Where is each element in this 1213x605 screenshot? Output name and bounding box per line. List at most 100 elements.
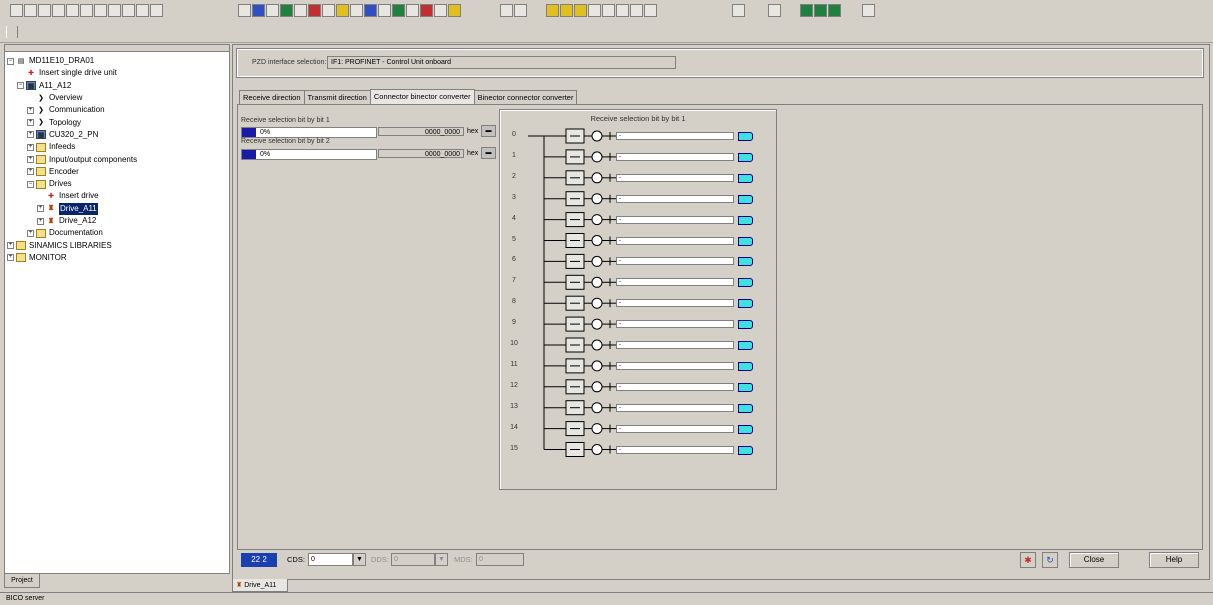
download-icon[interactable] (546, 4, 559, 17)
tree-item[interactable]: ✚ Insert single drive unit (7, 67, 137, 79)
tree-item[interactable]: + ❯ Topology (7, 116, 137, 128)
expand-icon[interactable]: + (7, 254, 14, 262)
tool-11-icon[interactable] (378, 4, 391, 17)
bit-connect-button[interactable] (738, 445, 753, 455)
tool-14-icon[interactable] (420, 4, 433, 17)
dds-select[interactable]: 0 (391, 553, 435, 566)
tab-receive-direction[interactable]: Receive direction (239, 90, 305, 104)
bit-connect-button[interactable] (738, 382, 753, 392)
bit-output-field[interactable]: - (616, 132, 734, 140)
window-2-icon[interactable] (814, 4, 827, 17)
tab-binector-connector-converter[interactable]: Binector connector converter (473, 90, 578, 104)
disconnect-icon[interactable] (514, 4, 527, 17)
tab-transmit-direction[interactable]: Transmit direction (303, 90, 371, 104)
tree-item[interactable]: + Infeeds (7, 141, 137, 153)
collapse-icon[interactable]: − (7, 57, 14, 65)
toolbar-grip[interactable] (6, 26, 18, 38)
bit-output-field[interactable]: - (616, 424, 734, 433)
tool-c-icon[interactable] (630, 4, 643, 17)
connect-icon[interactable] (500, 4, 513, 17)
tree-item[interactable]: ❯ Overview (7, 92, 137, 104)
bit-output-field[interactable]: - (616, 382, 734, 391)
bit-output-field[interactable]: - (616, 257, 734, 266)
tool-5-icon[interactable] (294, 4, 307, 17)
bit-output-field[interactable]: - (616, 278, 734, 287)
bit-connect-button[interactable] (738, 320, 753, 330)
bit-connect-button[interactable] (738, 424, 753, 434)
tree-item[interactable]: + ▦ CU320_2_PN (7, 129, 137, 141)
help-pointer-icon[interactable] (150, 4, 163, 17)
tree-item[interactable]: + Documentation (7, 227, 137, 239)
tool-7-icon[interactable] (322, 4, 335, 17)
bit-output-field[interactable]: - (616, 403, 734, 412)
expand-icon[interactable]: + (37, 217, 44, 225)
bit-connect-button[interactable] (738, 361, 753, 371)
bit-output-field[interactable]: - (616, 215, 734, 224)
function-icon[interactable] (768, 4, 781, 17)
tree-item[interactable]: − Drives (7, 178, 137, 190)
tool-3-icon[interactable] (266, 4, 279, 17)
upload-icon[interactable] (560, 4, 573, 17)
bit-output-field[interactable]: - (616, 194, 734, 203)
tool-b-icon[interactable] (616, 4, 629, 17)
collapse-icon[interactable]: − (17, 82, 24, 90)
expand-icon[interactable]: + (27, 119, 34, 127)
bit-connect-button[interactable] (738, 236, 753, 246)
tool-15-icon[interactable] (434, 4, 447, 17)
tool-12-icon[interactable] (392, 4, 405, 17)
bit-output-field[interactable]: - (616, 341, 734, 349)
bit-output-field[interactable]: - (616, 173, 734, 182)
help-button[interactable]: Help (1149, 552, 1199, 568)
bit-connect-button[interactable] (738, 299, 753, 309)
expand-icon[interactable]: + (27, 143, 34, 151)
ram-rom-icon[interactable] (588, 4, 601, 17)
drive-a11-window-tab[interactable]: ♜ Drive_A11 (232, 579, 288, 592)
print-preview-icon[interactable] (52, 4, 65, 17)
bit-output-field[interactable]: - (616, 320, 734, 329)
bit-connect-button[interactable] (738, 403, 753, 413)
tool-16-icon[interactable] (448, 4, 461, 17)
print-icon[interactable] (66, 4, 79, 17)
new-icon[interactable] (10, 4, 23, 17)
copy-icon[interactable] (94, 4, 107, 17)
trace-icon[interactable] (732, 4, 745, 17)
close-button[interactable]: Close (1069, 552, 1119, 568)
paste-icon[interactable] (108, 4, 121, 17)
tool-10-icon[interactable] (364, 4, 377, 17)
bit-connect-button[interactable] (738, 341, 753, 350)
bit-output-field[interactable]: - (616, 299, 734, 308)
bit-connect-button[interactable] (738, 132, 753, 141)
expand-icon[interactable]: + (27, 131, 34, 139)
expand-icon[interactable]: + (27, 229, 34, 237)
tree-item[interactable]: + MONITOR (7, 252, 137, 264)
tool-a-icon[interactable] (602, 4, 615, 17)
tree-item[interactable]: + ❯ Communication (7, 104, 137, 116)
bit-connect-button[interactable] (738, 215, 753, 225)
dds-dropdown-button[interactable]: ▼ (435, 553, 448, 566)
cds-dropdown-button[interactable]: ▼ (353, 553, 366, 566)
tree-item[interactable]: + Input/output components (7, 153, 137, 165)
tool-2-icon[interactable] (252, 4, 265, 17)
cds-select[interactable]: 0 (308, 553, 353, 566)
bit-connect-button[interactable] (738, 194, 753, 204)
tree-item[interactable]: − ▦ A11_A12 (7, 80, 137, 92)
redo-icon[interactable] (136, 4, 149, 17)
save-icon[interactable] (38, 4, 51, 17)
receive-selection-2-button[interactable]: ▬ (481, 147, 496, 159)
open-icon[interactable] (24, 4, 37, 17)
bit-connect-button[interactable] (738, 152, 753, 162)
window-4-icon[interactable] (862, 4, 875, 17)
window-1-icon[interactable] (800, 4, 813, 17)
expand-icon[interactable]: + (27, 168, 34, 176)
collapse-icon[interactable]: − (27, 180, 34, 188)
tree-item[interactable]: − ▤ MD11E10_DRA01 (7, 55, 137, 67)
bit-connect-button[interactable] (738, 173, 753, 183)
undo-icon[interactable] (122, 4, 135, 17)
tree-item[interactable]: + Encoder (7, 166, 137, 178)
tool-d-icon[interactable] (644, 4, 657, 17)
bit-output-field[interactable]: - (616, 236, 734, 245)
bit-connect-button[interactable] (738, 257, 753, 267)
tool-9-icon[interactable] (350, 4, 363, 17)
compare-icon[interactable] (574, 4, 587, 17)
bit-connect-button[interactable] (738, 278, 753, 288)
